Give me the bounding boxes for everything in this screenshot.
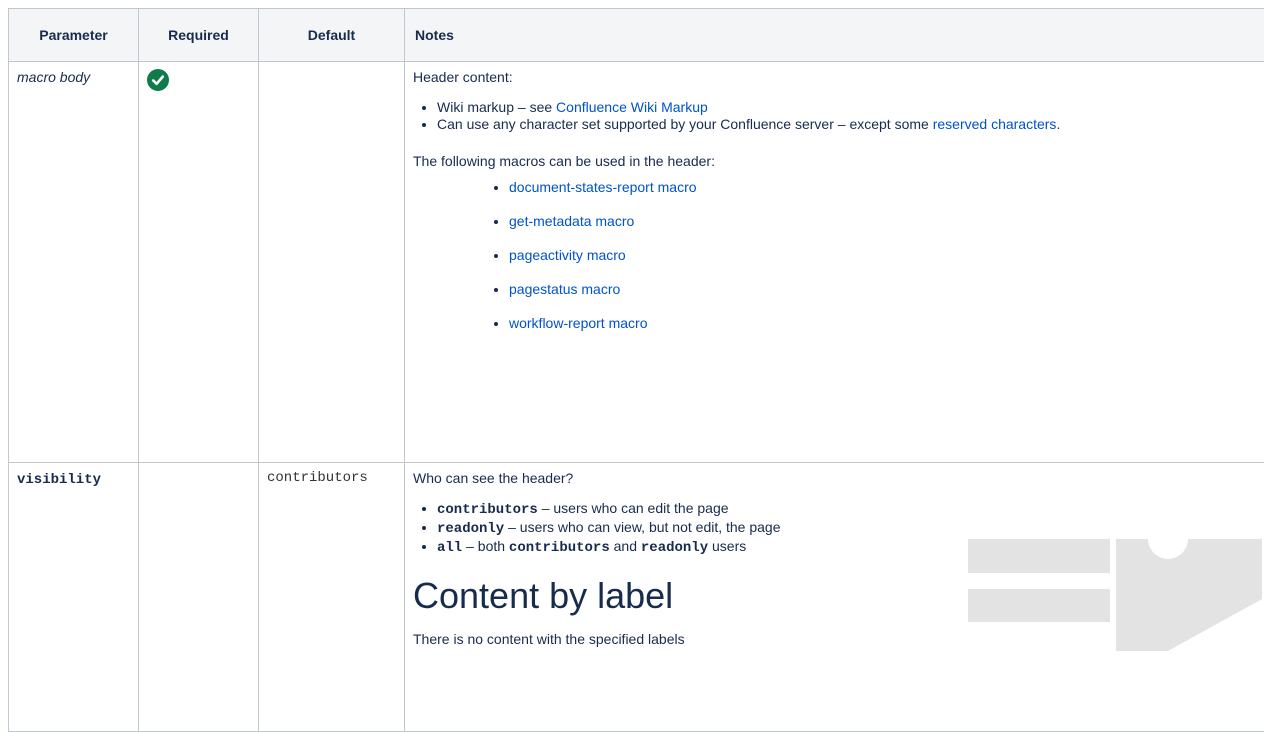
list-item: Can use any character set supported by y… [437,116,1260,133]
required-cell [139,463,259,732]
header-default: Default [259,9,405,62]
code-term: readonly [437,521,504,537]
param-name-cell: visibility [9,463,139,732]
list-item-text: – users who can view, but not edit, the … [504,519,780,535]
watermark-graphic [968,539,1262,651]
list-item: pageactivity macro [509,247,1260,264]
param-name: visibility [17,472,101,488]
check-circle-icon [147,69,169,91]
reserved-characters-link[interactable]: reserved characters [933,116,1057,132]
default-cell: contributors [259,463,405,732]
notes-intro: Header content: [413,69,1260,85]
confluence-wiki-markup-link[interactable]: Confluence Wiki Markup [556,99,708,115]
list-item-suffix: users [708,538,746,554]
code-term: all [437,540,462,556]
pageactivity-link[interactable]: pageactivity macro [509,247,626,263]
table-header-row: Parameter Required Default Notes [9,9,1264,62]
param-name-cell: macro body [9,62,139,463]
code-term: contributors [437,502,538,518]
table-row: macro body Header content: Wiki markup –… [9,62,1264,463]
code-term: readonly [641,540,708,556]
list-item: workflow-report macro [509,315,1260,332]
list-item: get-metadata macro [509,213,1260,230]
default-cell [259,62,405,463]
header-required: Required [139,9,259,62]
required-cell [139,62,259,463]
notes-list: Wiki markup – see Confluence Wiki Markup… [413,99,1260,133]
list-item-text: Wiki markup – see [437,99,556,115]
list-item-text: Can use any character set supported by y… [437,116,933,132]
list-item-text: and [610,538,641,554]
list-item: Wiki markup – see Confluence Wiki Markup [437,99,1260,116]
workflow-report-link[interactable]: workflow-report macro [509,315,647,331]
code-term: contributors [509,540,610,556]
list-item-text: – both [462,538,509,554]
param-name: macro body [17,69,90,85]
list-item: document-states-report macro [509,179,1260,196]
list-item-text: – users who can edit the page [538,500,729,516]
notes-intro: Who can see the header? [413,470,1260,486]
pagestatus-link[interactable]: pagestatus macro [509,281,620,297]
get-metadata-link[interactable]: get-metadata macro [509,213,634,229]
macros-list: document-states-report macro get-metadat… [413,179,1260,332]
header-notes: Notes [405,9,1264,62]
notes-cell: Header content: Wiki markup – see Conflu… [405,62,1264,463]
list-item: readonly – users who can view, but not e… [437,519,1260,538]
list-item: pagestatus macro [509,281,1260,298]
macros-intro: The following macros can be used in the … [413,153,1260,169]
list-item-suffix: . [1056,116,1060,132]
header-parameter: Parameter [9,9,139,62]
document-states-report-link[interactable]: document-states-report macro [509,179,697,195]
list-item: contributors – users who can edit the pa… [437,500,1260,519]
